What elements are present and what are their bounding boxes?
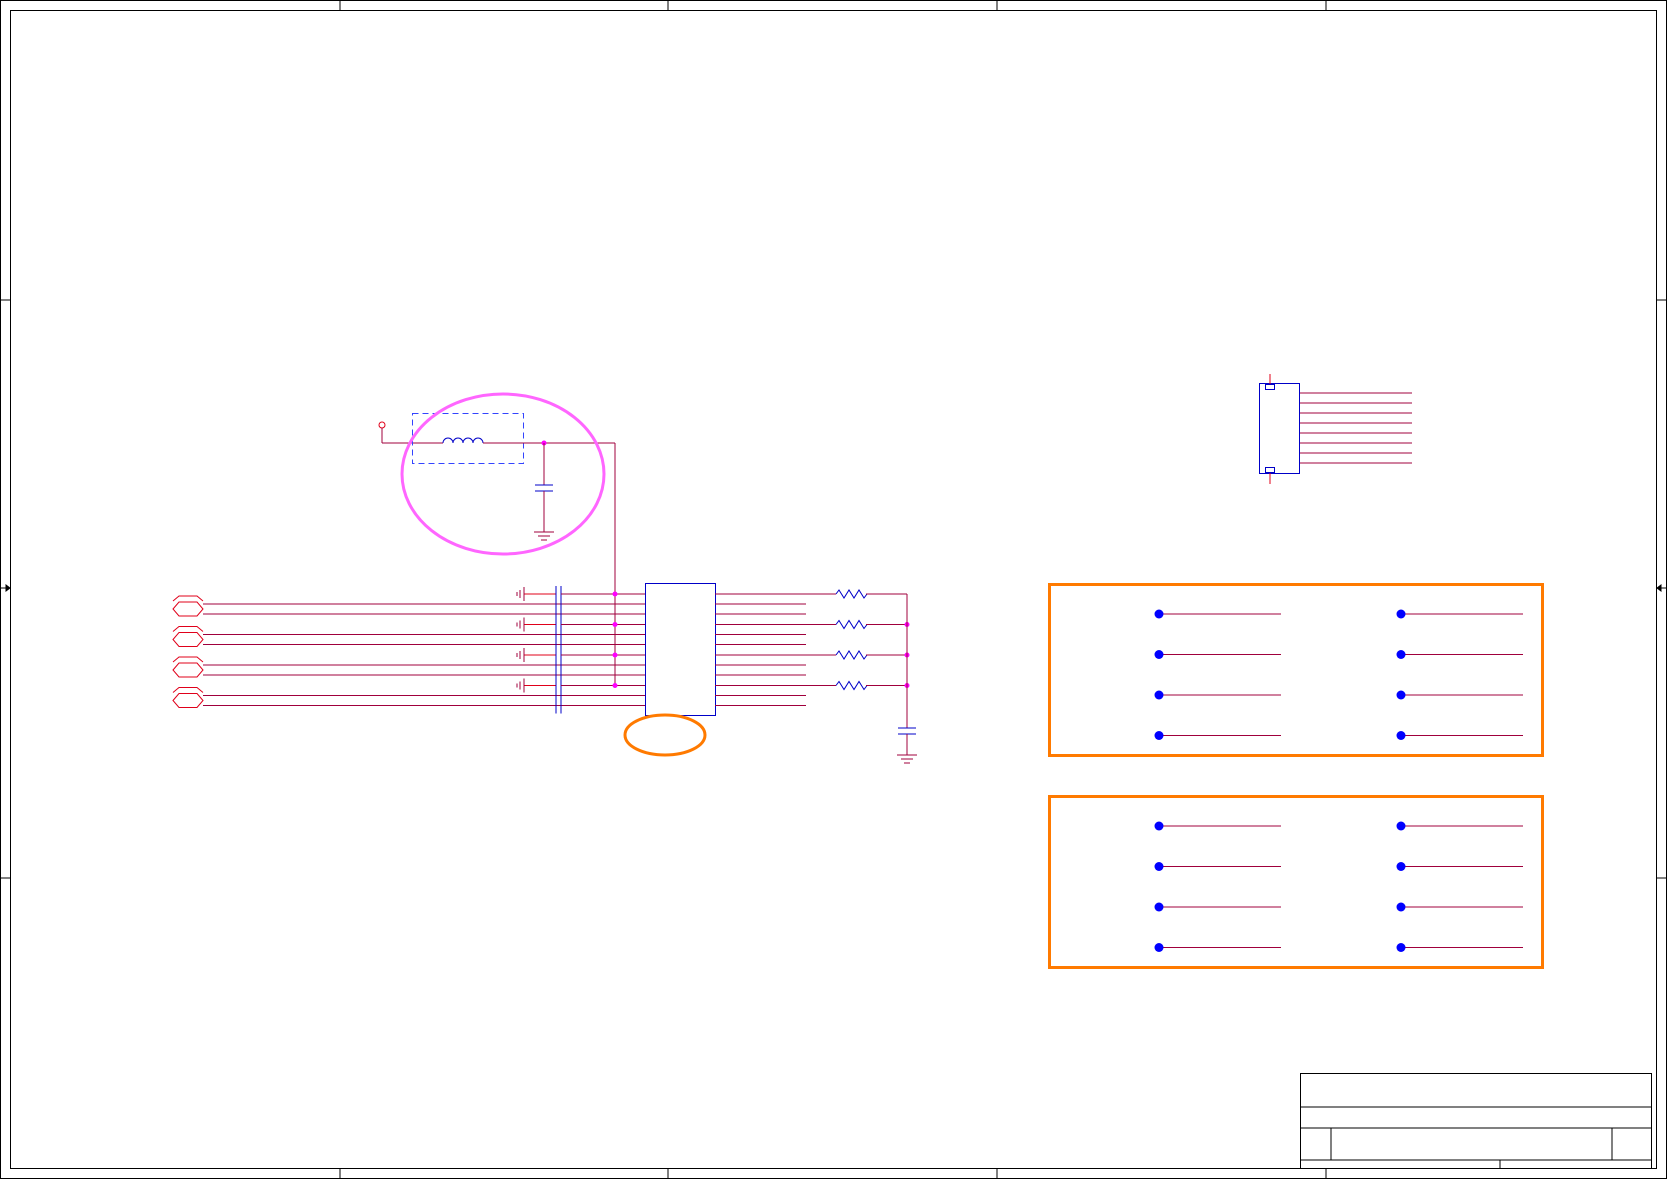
ground-icon (897, 754, 917, 764)
output-group (715, 650, 910, 676)
output-group (715, 589, 907, 615)
resistor-icon (835, 650, 868, 660)
input-port-icon (172, 626, 204, 647)
power-pin-icon (378, 421, 386, 443)
input-pair (172, 647, 645, 683)
test-point-group (1048, 583, 1544, 757)
test-point-group (1048, 795, 1544, 969)
test-point-icon (1154, 650, 1164, 659)
bus-capacitor (897, 594, 917, 764)
series-resistor-outputs (715, 589, 910, 706)
test-point-icon (1396, 609, 1406, 619)
resistor-icon (835, 589, 868, 599)
resistor-icon (835, 619, 868, 630)
junction-dot (612, 652, 618, 658)
input-port-icon (172, 687, 204, 708)
output-group (715, 680, 910, 706)
capacitor-icon (898, 727, 916, 735)
output-group (715, 619, 910, 645)
test-point-icon (1396, 690, 1406, 700)
schematic-sheet (0, 0, 1667, 1179)
ground-icon (534, 531, 554, 541)
connector-icon (1259, 374, 1412, 484)
highlight-ellipse-filter (400, 392, 606, 556)
test-point-icon (1154, 609, 1164, 619)
highlight-ellipse-ic (623, 713, 707, 757)
test-point-icon (1396, 902, 1406, 912)
test-point-icon (1154, 731, 1164, 740)
input-pair (172, 616, 645, 653)
power-filter (378, 392, 616, 688)
center-arrow-left-icon (0, 584, 11, 592)
differential-inputs (172, 586, 645, 714)
resistor-icon (835, 680, 868, 691)
test-point-icon (1154, 690, 1164, 700)
title-block (1300, 1073, 1652, 1169)
test-point-icon (1154, 943, 1164, 952)
highlight-box (1048, 795, 1544, 969)
junction-dot (612, 591, 618, 597)
input-pair (172, 586, 645, 622)
drawing-frame (0, 0, 1667, 1179)
center-arrow-right-icon (1656, 584, 1667, 592)
test-point-icon (1154, 862, 1164, 871)
test-point-icon (1396, 862, 1406, 871)
test-point-icon (1154, 902, 1164, 912)
input-port-icon (172, 595, 204, 617)
ic-package-icon (645, 583, 716, 716)
test-point-icon (1396, 731, 1406, 740)
highlight-box (1048, 583, 1544, 757)
test-point-icon (1396, 943, 1406, 952)
junction-dot (612, 622, 618, 627)
test-point-groups (1048, 583, 1544, 969)
inductor-icon (442, 437, 484, 444)
input-port-icon (172, 656, 204, 678)
capacitor-icon (535, 484, 553, 492)
test-point-icon (1396, 821, 1406, 831)
test-point-icon (1154, 821, 1164, 831)
junction-dot (612, 683, 618, 688)
input-pair (172, 677, 645, 714)
test-point-icon (1396, 650, 1406, 659)
